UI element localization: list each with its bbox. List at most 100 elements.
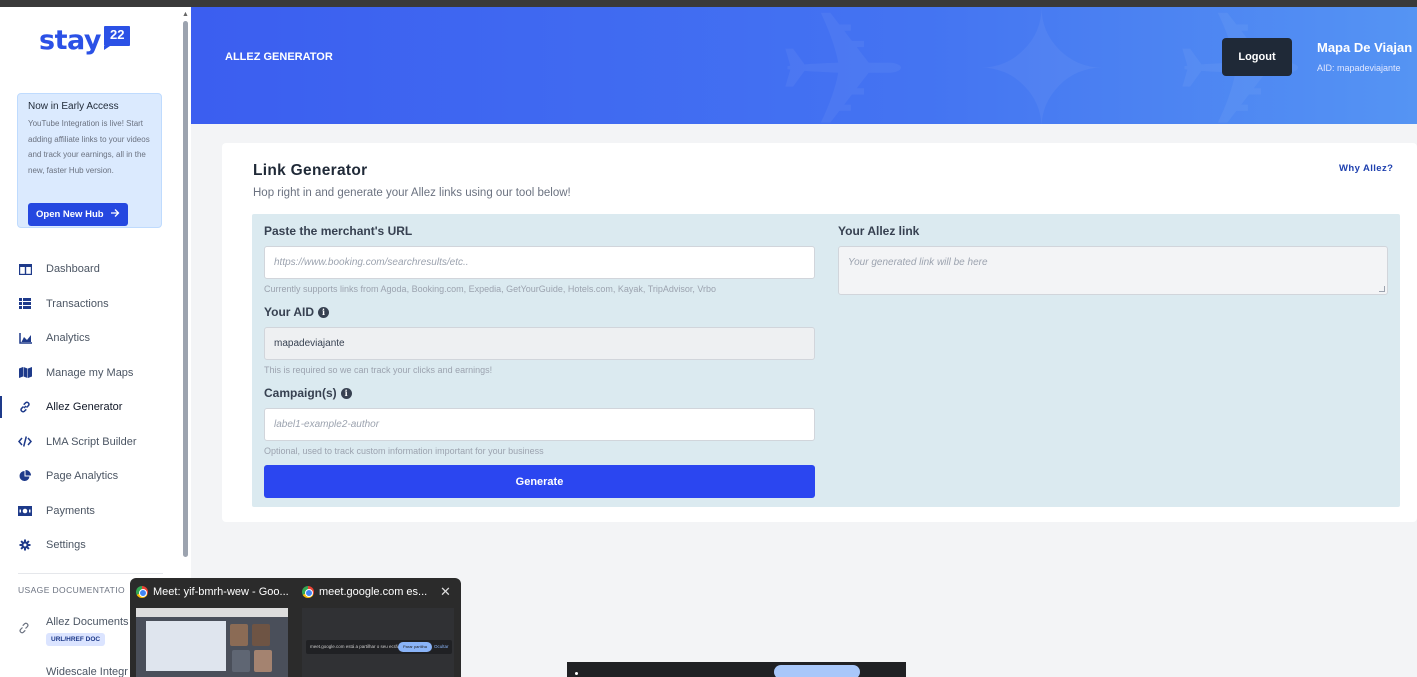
early-access-body: YouTube Integration is live! Start addin… <box>28 119 150 175</box>
sidebar-item-label: Settings <box>46 539 86 552</box>
window-top-strip <box>0 0 1417 7</box>
thumbnail-participant <box>252 624 270 646</box>
generate-button[interactable]: Generate <box>264 465 815 498</box>
logout-button[interactable]: Logout <box>1222 38 1292 76</box>
share-indicator-icon <box>575 672 578 675</box>
thumbnail-tabbar <box>136 608 288 617</box>
merchant-url-help: Currently supports links from Agoda, Boo… <box>264 284 717 294</box>
stay22-logo[interactable]: stay 22 <box>39 25 131 56</box>
logo-badge: 22 <box>103 26 131 50</box>
early-access-title: Now in Early Access <box>28 101 119 112</box>
merchant-url-label-text: Paste the merchant's URL <box>264 224 413 238</box>
pie-chart-icon <box>18 469 32 483</box>
user-name: Mapa De Viajan <box>1317 40 1413 55</box>
logo-text: stay <box>39 25 101 56</box>
sidebar-item-settings[interactable]: Settings <box>0 528 181 563</box>
sidebar-item-allez-generator[interactable]: Allez Generator <box>0 390 181 425</box>
usage-documentation-heading: USAGE DOCUMENTATIO <box>18 585 126 595</box>
scroll-up-arrow-icon[interactable]: ▲ <box>182 11 189 18</box>
preview-tab-meet[interactable]: Meet: yif-bmrh-wew - Goo... <box>136 586 289 598</box>
meet-window-thumbnail[interactable] <box>136 608 288 677</box>
merchant-url-label: Paste the merchant's URL <box>264 224 412 238</box>
info-icon[interactable]: i <box>318 306 329 318</box>
card-title: Link Generator <box>253 162 368 179</box>
generator-panel: Paste the merchant's URL https://www.boo… <box>252 214 1400 507</box>
preview-tab-share-title: meet.google.com es... <box>319 586 428 598</box>
nav-divider <box>18 573 163 574</box>
allez-link-placeholder: Your generated link will be here <box>848 257 988 268</box>
campaign-help: Optional, used to track custom informati… <box>264 446 544 456</box>
thumbnail-participant <box>232 650 250 672</box>
info-icon[interactable]: i <box>340 387 352 399</box>
allez-link-output[interactable]: Your generated link will be here <box>838 246 1388 295</box>
sidebar-item-dashboard[interactable]: Dashboard <box>0 252 181 287</box>
open-new-hub-button[interactable]: Open New Hub <box>28 203 128 226</box>
code-icon <box>18 435 32 449</box>
early-access-card: Now in Early Access YouTube Integration … <box>17 93 162 228</box>
sidebar-item-transactions[interactable]: Transactions <box>0 287 181 322</box>
sidebar-item-label: Manage my Maps <box>46 366 134 379</box>
sidebar-item-label: Page Analytics <box>46 470 119 483</box>
thumbnail-stop-share-button: Parar partilha <box>398 642 432 652</box>
preview-tab-share[interactable]: meet.google.com es... <box>302 586 427 598</box>
sidebar-item-payments[interactable]: Payments <box>0 494 181 529</box>
merchant-url-input[interactable]: https://www.booking.com/searchresults/et… <box>264 246 815 279</box>
thumbnail-participant <box>230 624 248 646</box>
widescale-label: Widescale Integr <box>46 666 128 677</box>
share-window-thumbnail[interactable]: meet.google.com está a partilhar o seu e… <box>302 608 454 677</box>
open-new-hub-label: Open New Hub <box>36 209 104 220</box>
document-icon <box>18 666 32 677</box>
sidebar-item-lma-script-builder[interactable]: LMA Script Builder <box>0 425 181 460</box>
url-href-doc-badge: URL/HREF DOC <box>46 633 106 646</box>
thumbnail-hide-button: Ocultar <box>434 644 449 649</box>
arrow-right-icon <box>110 208 120 221</box>
resize-handle-icon[interactable] <box>1379 286 1385 292</box>
sidebar-item-label: Allez Generator <box>46 401 123 414</box>
thumbnail-shared-screen <box>146 621 226 671</box>
why-allez-link[interactable]: Why Allez? <box>1339 163 1393 174</box>
sidebar: stay 22 ▲ Now in Early Access YouTube In… <box>0 7 191 677</box>
sidebar-nav: Dashboard Transactions Analytics Manage … <box>0 252 181 563</box>
link-icon <box>18 400 32 414</box>
campaign-label: Campaign(s) i <box>264 386 352 400</box>
sidebar-item-analytics[interactable]: Analytics <box>0 321 181 356</box>
thumbnail-share-bar: meet.google.com está a partilhar o seu e… <box>306 640 452 654</box>
allez-documents-label: Allez Documents <box>46 616 129 628</box>
sidebar-item-allez-documents[interactable]: Allez Documents URL/HREF DOC <box>18 616 129 646</box>
close-icon[interactable]: ✕ <box>440 584 451 600</box>
sidebar-item-label: Analytics <box>46 332 91 345</box>
aid-label: Your AID i <box>264 305 329 319</box>
sidebar-item-label: Dashboard <box>46 263 100 276</box>
gear-icon <box>18 538 32 552</box>
thumbnail-share-text: meet.google.com está a partilhar o seu e… <box>310 644 400 649</box>
screen-share-bar <box>567 662 906 677</box>
top-header: ✈ ✦ ✈ ALLEZ GENERATOR Logout Mapa De Via… <box>191 7 1417 124</box>
money-icon <box>18 504 32 518</box>
list-icon <box>18 297 32 311</box>
aid-input[interactable]: mapadeviajante <box>264 327 815 360</box>
sidebar-item-label: LMA Script Builder <box>46 435 137 448</box>
preview-tab-meet-title: Meet: yif-bmrh-wew - Goo... <box>153 586 289 598</box>
dashboard-icon <box>18 262 32 276</box>
taskbar-window-preview: Meet: yif-bmrh-wew - Goo... meet.google.… <box>130 578 461 677</box>
link-icon <box>18 622 32 637</box>
link-generator-card: Link Generator Hop right in and generate… <box>222 143 1417 522</box>
aid-help: This is required so we can track your cl… <box>264 365 493 375</box>
sidebar-item-page-analytics[interactable]: Page Analytics <box>0 459 181 494</box>
card-subtitle: Hop right in and generate your Allez lin… <box>253 187 571 199</box>
map-icon <box>18 366 32 380</box>
campaign-label-text: Campaign(s) <box>264 386 337 400</box>
sidebar-item-label: Transactions <box>46 297 109 310</box>
user-aid: AID: mapadeviajante <box>1317 63 1401 73</box>
chrome-icon <box>136 586 148 598</box>
chart-icon <box>18 331 32 345</box>
sidebar-item-widescale-integration[interactable]: Widescale Integr <box>18 666 128 677</box>
thumbnail-participant <box>254 650 272 672</box>
page-title: ALLEZ GENERATOR <box>225 51 333 63</box>
sidebar-item-maps[interactable]: Manage my Maps <box>0 356 181 391</box>
allez-link-label-text: Your Allez link <box>838 224 920 238</box>
stop-sharing-button[interactable] <box>774 665 860 677</box>
sidebar-scrollbar[interactable] <box>183 21 188 557</box>
sidebar-item-label: Payments <box>46 504 95 517</box>
campaign-input[interactable]: label1-example2-author <box>264 408 815 441</box>
